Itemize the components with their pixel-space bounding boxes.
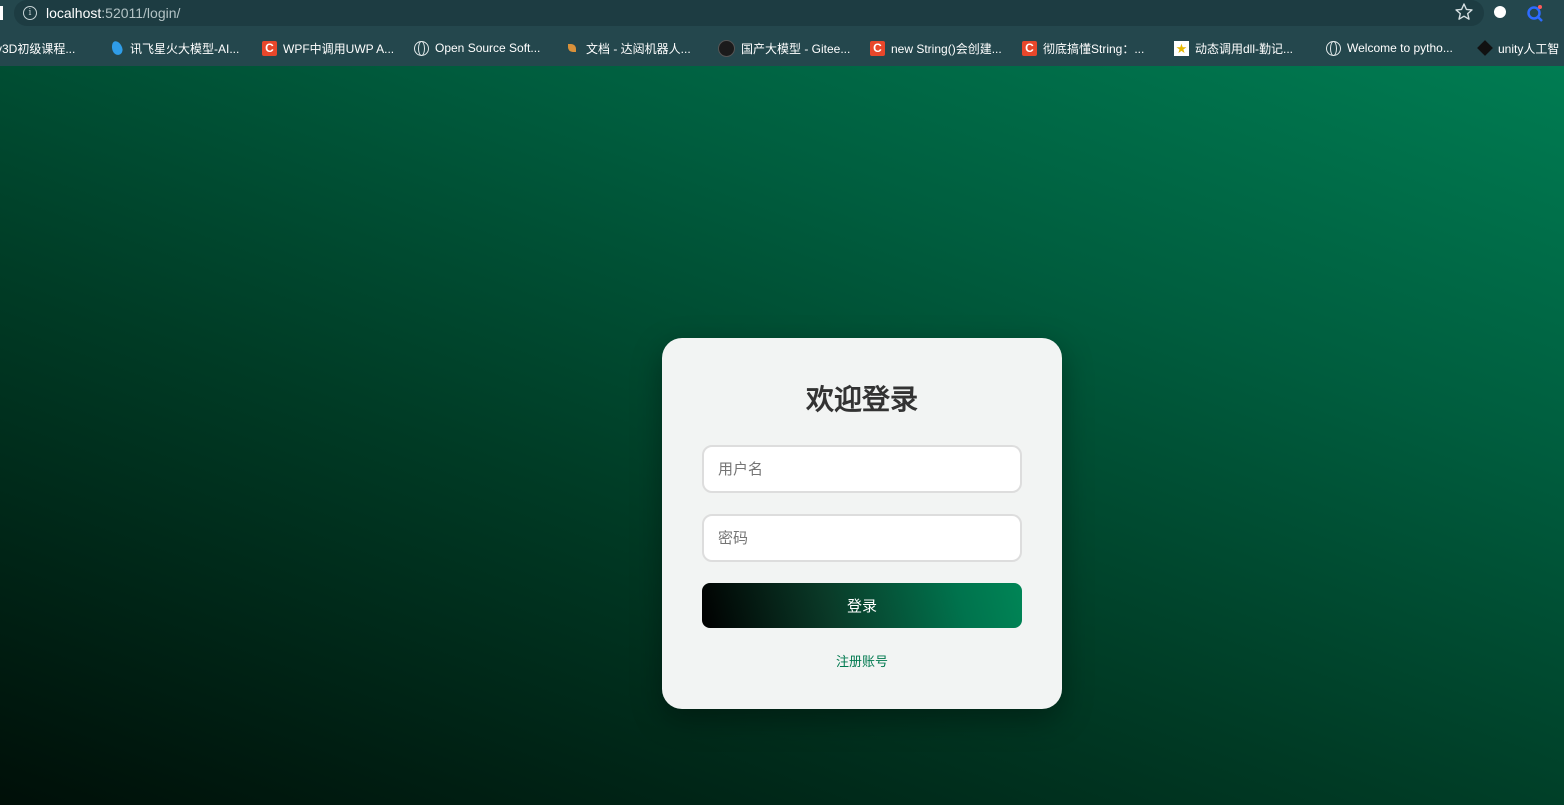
bookmark-label: Open Source Soft... (435, 41, 541, 55)
page-title: 欢迎登录 (805, 383, 918, 416)
bookmark-label: 讯飞星火大模型-AI... (130, 41, 240, 56)
bookmark-label: y3D初级课程... (0, 41, 76, 56)
register-link[interactable]: 注册账号 (662, 651, 1062, 670)
login-button[interactable]: 登录 (702, 583, 1022, 628)
bookmark-label: new String()会创建... (891, 41, 1002, 56)
drop-icon (109, 39, 125, 57)
unity-icon (1477, 40, 1493, 56)
browser-chrome: i localhost:52011/login/ y3D初级课程... 讯飞星火… (0, 0, 1564, 66)
extension-search-icon[interactable] (1526, 4, 1544, 22)
csdn-icon: C (1022, 40, 1037, 56)
username-input[interactable] (702, 445, 1022, 493)
bookmark-item[interactable]: Open Source Soft... (414, 40, 540, 56)
bookmark-star-icon[interactable] (1454, 2, 1474, 22)
bookmark-label: 动态调用dll-勤记... (1195, 41, 1294, 56)
csdn-icon: C (262, 40, 277, 56)
bookmark-label: 彻底搞懂String：... (1043, 41, 1145, 56)
globe-icon (414, 40, 429, 56)
bookmark-item[interactable]: y3D初级课程... (0, 40, 75, 56)
address-bar[interactable]: i localhost:52011/login/ (14, 0, 1484, 26)
bookmark-item[interactable]: C new String()会创建... (870, 40, 1002, 56)
bookmark-item[interactable]: 讯飞星火大模型-AI... (109, 39, 240, 57)
site-info-icon[interactable]: i (23, 6, 37, 20)
star-icon: ★ (1174, 40, 1189, 56)
bookmark-item[interactable]: C WPF中调用UWP A... (262, 40, 394, 56)
bookmark-item[interactable]: unity人工智 (1477, 40, 1560, 56)
url-host: localhost (46, 5, 102, 21)
login-card: 欢迎登录 登录 注册账号 (662, 338, 1062, 709)
bookmark-item[interactable]: 文档 - 达闼机器人... (564, 40, 691, 56)
url-text[interactable]: localhost:52011/login/ (46, 5, 180, 21)
leaf-icon (568, 44, 576, 52)
password-input[interactable] (702, 514, 1022, 562)
bookmark-item[interactable]: ★ 动态调用dll-勤记... (1174, 40, 1293, 56)
bookmark-label: 文档 - 达闼机器人... (586, 41, 691, 56)
bookmark-item[interactable]: C 彻底搞懂String：... (1022, 40, 1144, 56)
gitee-icon (718, 39, 735, 57)
url-path: :52011/login/ (101, 5, 181, 21)
address-bar-row: i localhost:52011/login/ (0, 0, 1564, 28)
bookmarks-bar: y3D初级课程... 讯飞星火大模型-AI... C WPF中调用UWP A..… (0, 34, 1564, 62)
page-background: 欢迎登录 登录 注册账号 (0, 66, 1564, 805)
bookmark-label: Welcome to pytho... (1347, 41, 1453, 55)
tab-edge (0, 6, 3, 20)
extension-chat-icon[interactable] (1494, 6, 1506, 18)
bookmark-item[interactable]: 国产大模型 - Gitee... (718, 39, 851, 57)
bookmark-label: unity人工智 (1498, 41, 1560, 56)
bookmark-label: 国产大模型 - Gitee... (741, 41, 851, 56)
globe-icon (1326, 40, 1341, 56)
bookmark-item[interactable]: Welcome to pytho... (1326, 40, 1453, 56)
bookmark-label: WPF中调用UWP A... (283, 41, 395, 56)
csdn-icon: C (870, 40, 885, 56)
